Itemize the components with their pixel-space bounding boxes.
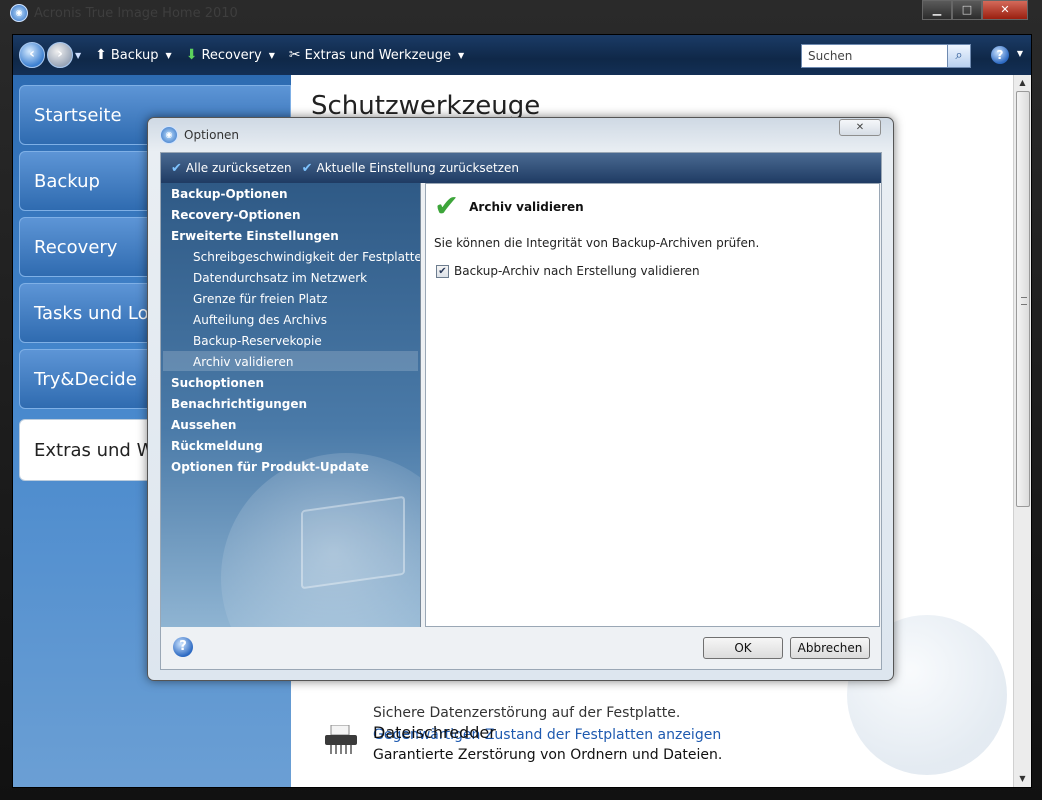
dialog-toolbar: ✔ Alle zurücksetzen ✔ Aktuelle Einstellu… (161, 153, 881, 183)
search-input[interactable]: Suchen ⌕ (801, 44, 971, 68)
tree-item[interactable]: Schreibgeschwindigkeit der Festplatte (193, 250, 420, 264)
scroll-down-icon[interactable]: ▼ (1014, 771, 1031, 787)
help-icon[interactable]: ? (991, 46, 1009, 64)
window-titlebar: ◉ Acronis True Image Home 2010 (10, 4, 238, 22)
chevron-down-icon: ▼ (268, 50, 275, 60)
tree-item[interactable]: Optionen für Produkt-Update (171, 460, 369, 474)
chevron-down-icon: ▼ (165, 50, 172, 60)
sidebar-item-label: Tasks und Log (34, 303, 161, 324)
tree-item[interactable]: Backup-Optionen (171, 187, 288, 201)
validate-checkbox-row[interactable]: ✔ Backup-Archiv nach Erstellung validier… (436, 264, 700, 278)
reset-all-button[interactable]: ✔ Alle zurücksetzen (171, 161, 292, 176)
scroll-thumb[interactable] (1016, 91, 1030, 507)
search-icon[interactable]: ⌕ (947, 45, 970, 67)
forward-button[interactable]: › (47, 42, 73, 68)
dialog-close-button[interactable]: ✕ (839, 119, 881, 136)
close-button[interactable]: ✕ (982, 0, 1028, 20)
menu-tools[interactable]: ✂ Extras und Werkzeuge ▼ (289, 47, 464, 63)
dialog-body: ✔ Alle zurücksetzen ✔ Aktuelle Einstellu… (160, 152, 882, 670)
dialog-titlebar: ◉ Optionen (160, 126, 239, 144)
dialog-footer: ? OK Abbrechen (161, 627, 881, 669)
toolbar: ‹ › ▼ ⬆ Backup ▼ ⬇ Recovery ▼ ✂ Extras u… (13, 35, 1031, 75)
panel-title: Archiv validieren (469, 200, 584, 214)
reset-all-label: Alle zurücksetzen (185, 161, 292, 175)
help-icon[interactable]: ? (173, 637, 193, 657)
validate-checkbox[interactable]: ✔ (436, 264, 449, 278)
sidebar-item-label: Extras und We (34, 440, 165, 461)
backup-arrow-icon: ⬆ (95, 47, 107, 63)
cancel-button[interactable]: Abbrechen (790, 637, 870, 659)
panel-header: ✔ Archiv validieren (434, 192, 584, 222)
options-panel: ✔ Archiv validieren Sie können die Integ… (425, 183, 880, 627)
acronis-logo-icon: ◉ (10, 4, 28, 22)
search-placeholder: Suchen (808, 49, 853, 63)
minimize-button[interactable]: ▁ (922, 0, 952, 20)
acronis-logo-icon: ◉ (160, 126, 178, 144)
menu-backup[interactable]: ⬆ Backup ▼ (95, 47, 172, 63)
dialog-title: Optionen (184, 128, 240, 142)
sidebar-item-label: Recovery (34, 237, 118, 258)
scroll-up-icon[interactable]: ▲ (1014, 75, 1031, 91)
menu-tools-label: Extras und Werkzeuge (304, 47, 451, 63)
tree-item[interactable]: Suchoptionen (171, 376, 264, 390)
window-controls: ▁ □ ✕ (922, 0, 1028, 20)
reset-current-button[interactable]: ✔ Aktuelle Einstellung zurücksetzen (302, 161, 519, 176)
tree-item[interactable]: Aussehen (171, 418, 236, 432)
maximize-button[interactable]: □ (952, 0, 982, 20)
panel-description: Sie können die Integrität von Backup-Arc… (434, 236, 760, 250)
tree-item[interactable]: Datendurchsatz im Netzwerk (193, 271, 367, 285)
options-dialog: ◉ Optionen ✕ ✔ Alle zurücksetzen ✔ Aktue… (147, 117, 894, 681)
main-scrollbar[interactable]: ▲ ▼ (1013, 75, 1031, 787)
sidebar-item-label: Try&Decide (34, 369, 137, 390)
menu-backup-label: Backup (110, 47, 159, 63)
tree-item[interactable]: Erweiterte Einstellungen (171, 229, 339, 243)
menu-recovery-label: Recovery (201, 47, 262, 63)
scroll-grip-icon (1021, 297, 1027, 305)
ok-button[interactable]: OK (703, 637, 783, 659)
decorative-monitor (301, 495, 405, 590)
shredder-description: Garantierte Zerstörung von Ordnern und D… (373, 747, 723, 763)
tree-item[interactable]: Rückmeldung (171, 439, 263, 453)
window-title: Acronis True Image Home 2010 (34, 5, 238, 21)
recovery-arrow-icon: ⬇ (185, 47, 198, 63)
tree-item[interactable]: Benachrichtigungen (171, 397, 307, 411)
help-dropdown-icon[interactable]: ▼ (1017, 49, 1023, 58)
tree-item-selected[interactable]: Archiv validieren (193, 355, 293, 369)
sidebar-item-label: Backup (34, 171, 100, 192)
chevron-down-icon: ▼ (457, 50, 465, 60)
sidebar-item-label: Startseite (34, 105, 122, 126)
tree-item[interactable]: Backup-Reservekopie (193, 334, 322, 348)
shredder-title[interactable]: Dateischredder (373, 723, 496, 742)
tree-item[interactable]: Grenze für freien Platz (193, 292, 327, 306)
disk-wipe-description: Sichere Datenzerstörung auf der Festplat… (373, 705, 681, 721)
tree-item[interactable]: Aufteilung des Archivs (193, 313, 327, 327)
back-button[interactable]: ‹ (19, 42, 45, 68)
options-tree: Backup-Optionen Recovery-Optionen Erweit… (161, 183, 421, 627)
tools-icon: ✂ (288, 47, 301, 63)
checkmark-icon: ✔ (171, 160, 182, 176)
shredder-icon (325, 725, 357, 754)
validate-checkbox-label[interactable]: Backup-Archiv nach Erstellung validieren (454, 264, 700, 278)
checkmark-icon: ✔ (301, 160, 313, 176)
menu-recovery[interactable]: ⬇ Recovery ▼ (186, 47, 275, 63)
history-dropdown-icon[interactable]: ▼ (75, 51, 81, 60)
reset-current-label: Aktuelle Einstellung zurücksetzen (316, 161, 520, 175)
tree-item[interactable]: Recovery-Optionen (171, 208, 301, 222)
validate-check-icon: ✔ (434, 189, 460, 224)
